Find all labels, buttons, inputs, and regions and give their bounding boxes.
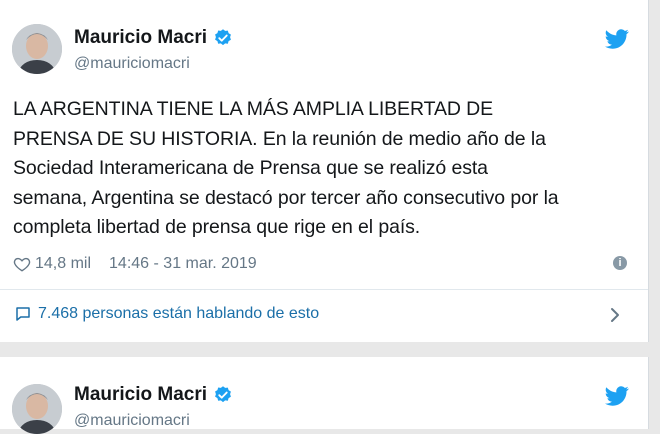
author-handle[interactable]: @mauriciomacri <box>74 412 190 430</box>
verified-badge-icon <box>215 29 231 46</box>
tweet-meta: 14,8 mil 14:46 - 31 mar. 2019 <box>13 255 257 273</box>
author-name-row[interactable]: Mauricio Macri <box>74 384 233 406</box>
avatar[interactable] <box>12 384 62 434</box>
conversation-label[interactable]: 7.468 personas están hablando de esto <box>38 305 319 323</box>
avatar[interactable] <box>12 24 62 74</box>
divider <box>0 289 648 290</box>
tweet-text-line: LA ARGENTINA TIENE LA MÁS AMPLIA LIBERTA… <box>13 98 494 120</box>
tweet-text-line: completa libertad de prensa que rige en … <box>13 216 421 238</box>
reply-bubble-icon <box>16 307 30 321</box>
like-count[interactable]: 14,8 mil <box>35 255 91 273</box>
verified-badge-icon <box>215 386 231 403</box>
info-icon[interactable]: i <box>613 256 627 270</box>
tweet-text-line: Sociedad Interamericana de Prensa que se… <box>13 157 488 179</box>
author-name[interactable]: Mauricio Macri <box>74 384 207 406</box>
author-name-row[interactable]: Mauricio Macri <box>74 27 233 49</box>
author-name[interactable]: Mauricio Macri <box>74 27 207 49</box>
tweet-timestamp[interactable]: 14:46 - 31 mar. 2019 <box>109 255 257 273</box>
tweet-text: LA ARGENTINA TIENE LA MÁS AMPLIA LIBERTA… <box>13 95 643 243</box>
conversation-link[interactable]: 7.468 personas están hablando de esto <box>14 305 319 323</box>
tweet-text-line: PRENSA DE SU HISTORIA. En la reunión de … <box>13 127 546 150</box>
twitter-bird-icon[interactable] <box>605 27 629 51</box>
heart-icon[interactable] <box>13 255 31 273</box>
twitter-bird-icon[interactable] <box>605 384 629 408</box>
tweet-card: Mauricio Macri @mauriciomacri <box>0 357 649 434</box>
chevron-right-icon[interactable] <box>608 306 622 324</box>
tweet-text-line: semana, Argentina se destacó por tercer … <box>13 186 559 209</box>
tweet-card: Mauricio Macri @mauriciomacri LA ARGENTI… <box>0 0 649 342</box>
author-handle[interactable]: @mauriciomacri <box>74 55 190 73</box>
